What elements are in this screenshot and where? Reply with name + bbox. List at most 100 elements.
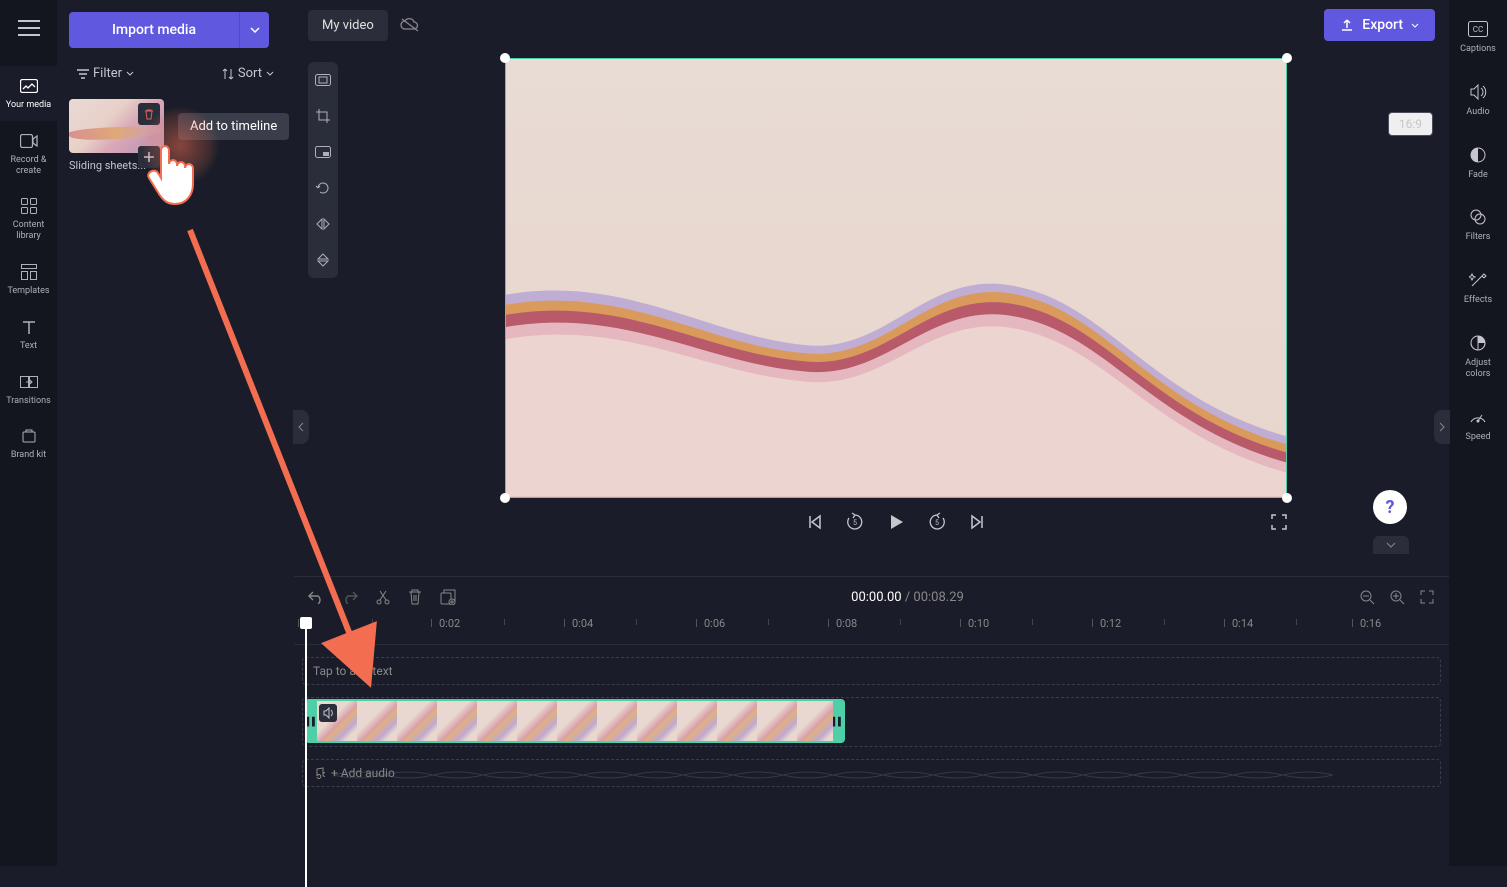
ruler-mark: 0:06 bbox=[704, 617, 725, 630]
preview-area: 5 5 16:9 bbox=[294, 50, 1449, 576]
svg-text:5: 5 bbox=[935, 519, 939, 527]
transitions-icon bbox=[19, 372, 39, 392]
speed-icon bbox=[1467, 406, 1489, 428]
svg-text:5: 5 bbox=[853, 519, 857, 527]
resize-handle-bl[interactable] bbox=[500, 493, 510, 503]
sort-label: Sort bbox=[238, 66, 262, 81]
clip-audio-icon[interactable] bbox=[319, 704, 337, 722]
export-button[interactable]: Export bbox=[1324, 9, 1435, 41]
audio-track-lane[interactable]: + Add audio bbox=[302, 759, 1441, 787]
fullscreen-icon[interactable] bbox=[1271, 514, 1287, 530]
import-media-dropdown[interactable] bbox=[239, 12, 269, 48]
right-item-label: Fade bbox=[1468, 170, 1488, 181]
templates-icon bbox=[19, 262, 39, 282]
cloud-sync-off-icon[interactable] bbox=[400, 17, 420, 33]
preview-canvas[interactable] bbox=[505, 58, 1287, 498]
help-button[interactable]: ? bbox=[1373, 490, 1407, 524]
play-button-icon[interactable] bbox=[887, 513, 905, 531]
timeline-time-display: 00:00.00 / 00:08.29 bbox=[851, 590, 964, 605]
fit-tool-icon[interactable] bbox=[313, 70, 333, 90]
right-item-label: Effects bbox=[1464, 295, 1492, 306]
ruler-mark: 0:12 bbox=[1100, 617, 1121, 630]
right-item-label: Filters bbox=[1466, 232, 1491, 243]
video-track-lane[interactable]: ▌▌ ▌▌ bbox=[302, 697, 1441, 747]
skip-back-icon[interactable] bbox=[807, 514, 823, 530]
record-icon bbox=[19, 131, 39, 151]
crop-tool-icon[interactable] bbox=[313, 106, 333, 126]
right-item-captions[interactable]: CC Captions bbox=[1456, 14, 1500, 59]
right-item-fade[interactable]: Fade bbox=[1463, 140, 1493, 185]
flip-horizontal-icon[interactable] bbox=[313, 214, 333, 234]
sidebar-item-content-library[interactable]: Content library bbox=[0, 186, 57, 252]
delete-icon[interactable] bbox=[408, 589, 422, 605]
timeline-ruler[interactable]: 0 0:02 0:04 0:06 0:08 0:10 0:12 0:14 0:1… bbox=[294, 617, 1449, 645]
aspect-ratio-button[interactable]: 16:9 bbox=[1388, 112, 1433, 136]
clip-trim-right[interactable]: ▌▌ bbox=[833, 701, 843, 741]
main-area: My video Export bbox=[294, 0, 1449, 866]
skip-forward-icon[interactable] bbox=[969, 514, 985, 530]
svg-text:CC: CC bbox=[1473, 25, 1483, 34]
filter-button[interactable]: Filter bbox=[69, 62, 142, 85]
resize-handle-br[interactable] bbox=[1282, 493, 1292, 503]
text-track-lane[interactable]: Tap to add text bbox=[302, 657, 1441, 685]
collapse-timeline-icon[interactable] bbox=[1373, 536, 1409, 554]
ruler-mark: 0:02 bbox=[439, 617, 460, 630]
resize-handle-tr[interactable] bbox=[1282, 53, 1292, 63]
zoom-fit-icon[interactable] bbox=[1419, 589, 1435, 605]
brand-kit-icon bbox=[19, 426, 39, 446]
right-item-adjust-colors[interactable]: Adjust colors bbox=[1449, 328, 1507, 384]
clip-trim-left[interactable]: ▌▌ bbox=[307, 701, 317, 741]
sidebar-item-brand-kit[interactable]: Brand kit bbox=[0, 416, 57, 471]
import-media-button[interactable]: Import media bbox=[69, 12, 239, 48]
redo-icon[interactable] bbox=[342, 590, 358, 604]
sidebar-item-label: Record & create bbox=[2, 155, 55, 177]
zoom-out-icon[interactable] bbox=[1359, 589, 1375, 605]
rewind-5-icon[interactable]: 5 bbox=[845, 512, 865, 532]
duplicate-icon[interactable] bbox=[440, 589, 456, 605]
video-title-field[interactable]: My video bbox=[308, 10, 388, 41]
filter-label: Filter bbox=[93, 66, 122, 81]
undo-icon[interactable] bbox=[308, 590, 324, 604]
delete-media-button[interactable] bbox=[138, 103, 160, 125]
split-icon[interactable] bbox=[376, 589, 390, 605]
right-item-label: Adjust colors bbox=[1453, 358, 1503, 380]
ruler-mark: 0:08 bbox=[836, 617, 857, 630]
hamburger-menu-icon[interactable] bbox=[9, 8, 49, 48]
add-to-timeline-button[interactable] bbox=[138, 146, 160, 168]
playhead-line bbox=[305, 627, 307, 887]
sort-button[interactable]: Sort bbox=[214, 62, 282, 85]
sidebar-item-transitions[interactable]: Transitions bbox=[0, 362, 57, 417]
right-item-effects[interactable]: Effects bbox=[1460, 265, 1496, 310]
zoom-in-icon[interactable] bbox=[1389, 589, 1405, 605]
chevron-down-icon bbox=[250, 27, 260, 33]
rotate-tool-icon[interactable] bbox=[313, 178, 333, 198]
timeline-tracks: Tap to add text ▌▌ ▌▌ + Add bbox=[294, 645, 1449, 866]
sidebar-item-record[interactable]: Record & create bbox=[0, 121, 57, 187]
right-item-speed[interactable]: Speed bbox=[1461, 402, 1494, 447]
sidebar-item-label: Templates bbox=[7, 286, 49, 297]
ruler-mark: 0:16 bbox=[1360, 617, 1381, 630]
resize-handle-tl[interactable] bbox=[500, 53, 510, 63]
right-item-audio[interactable]: Audio bbox=[1462, 77, 1493, 122]
audio-icon bbox=[1467, 81, 1489, 103]
effects-icon bbox=[1467, 269, 1489, 291]
fade-icon bbox=[1467, 144, 1489, 166]
forward-5-icon[interactable]: 5 bbox=[927, 512, 947, 532]
flip-vertical-icon[interactable] bbox=[313, 250, 333, 270]
video-clip[interactable]: ▌▌ ▌▌ bbox=[305, 699, 845, 743]
filter-icon bbox=[77, 69, 89, 79]
upload-icon bbox=[1340, 18, 1354, 32]
preview-artwork bbox=[506, 234, 1286, 497]
sidebar-item-your-media[interactable]: Your media bbox=[0, 66, 57, 121]
collapse-right-panel-icon[interactable] bbox=[1434, 410, 1450, 444]
ruler-mark: 0:04 bbox=[572, 617, 593, 630]
export-label: Export bbox=[1362, 17, 1403, 33]
adjust-colors-icon bbox=[1467, 332, 1489, 354]
sidebar-item-text[interactable]: Text bbox=[0, 307, 57, 362]
media-thumbnail[interactable]: Sliding sheets... bbox=[69, 99, 164, 172]
right-item-filters[interactable]: Filters bbox=[1462, 202, 1495, 247]
pip-tool-icon[interactable] bbox=[313, 142, 333, 162]
sidebar-item-templates[interactable]: Templates bbox=[0, 252, 57, 307]
ruler-mark: 0:10 bbox=[968, 617, 989, 630]
collapse-left-panel-icon[interactable] bbox=[293, 410, 309, 444]
